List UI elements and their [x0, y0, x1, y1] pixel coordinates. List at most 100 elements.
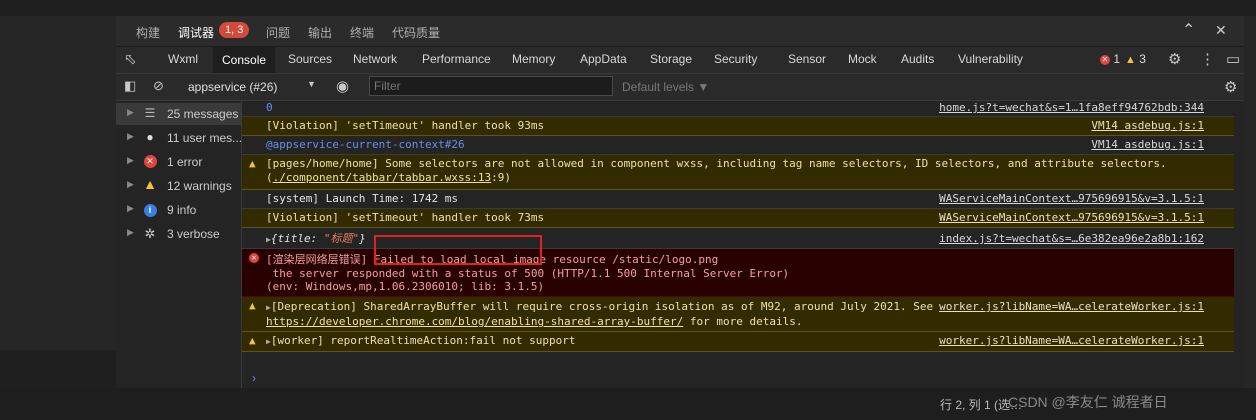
close-icon[interactable]: ✕: [1215, 22, 1227, 39]
sidebar-item-user-messages[interactable]: ▶ ● 11 user mes...: [116, 127, 241, 149]
tab-build[interactable]: 构建: [136, 24, 160, 41]
warning-count-value: 3: [1139, 52, 1146, 66]
tab-console[interactable]: Console: [213, 47, 276, 73]
tab-memory[interactable]: Memory: [512, 52, 555, 66]
tab-wxml[interactable]: Wxml: [168, 52, 198, 66]
log-text: [Deprecation] SharedArrayBuffer will req…: [270, 300, 934, 313]
tab-sensor[interactable]: Sensor: [788, 52, 826, 66]
log-source-link[interactable]: worker.js?libName=WA…celerateWorker.js:1: [939, 334, 1204, 348]
sidebar-item-label: 25 messages: [167, 107, 239, 121]
log-message: @appservice-current-context#26: [266, 138, 465, 151]
log-message: [Violation] 'setTimeout' handler took 73…: [266, 211, 545, 224]
clear-console-icon[interactable]: ⊘: [153, 78, 164, 94]
log-source-link[interactable]: WAServiceMainContext…975696915&v=3.1.5:1: [939, 192, 1204, 206]
tab-appdata[interactable]: AppData: [580, 52, 627, 66]
error-line-2: the server responded with a status of 50…: [266, 266, 790, 280]
tab-terminal[interactable]: 终端: [350, 24, 374, 41]
log-object[interactable]: ▶{title: "标题"}: [266, 232, 366, 247]
log-row: @appservice-current-context#26 VM14 asde…: [242, 136, 1234, 155]
log-source-link[interactable]: worker.js?libName=WA…celerateWorker.js:1: [939, 300, 1204, 314]
more-icon[interactable]: ⋮: [1200, 50, 1215, 68]
chevron-up-icon[interactable]: ⌃: [1182, 20, 1195, 40]
log-inline-link[interactable]: https://developer.chrome.com/blog/enabli…: [266, 315, 683, 328]
log-source-link[interactable]: VM14 asdebug.js:1: [1091, 119, 1204, 133]
watermark: CSDN @李友仁 诚程者日: [1008, 394, 1168, 410]
expand-icon: ▶: [127, 227, 134, 237]
warning-icon: ▲: [249, 299, 256, 312]
log-source-link[interactable]: WAServiceMainContext…975696915&v=3.1.5:1: [939, 211, 1204, 225]
expand-icon: ▶: [127, 155, 134, 165]
log-source-link[interactable]: index.js?t=wechat&s=…6e382ea96e2a8b1:162: [939, 232, 1204, 246]
tab-storage[interactable]: Storage: [650, 52, 692, 66]
expand-icon: ▶: [127, 179, 134, 189]
object-value: "标题": [323, 232, 360, 245]
top-strip: [0, 0, 1256, 16]
tab-problems[interactable]: 问题: [266, 24, 290, 41]
dock-icon[interactable]: ▭: [1226, 50, 1240, 68]
log-message: [pages/home/home] Some selectors are not…: [266, 157, 1206, 185]
tab-debugger[interactable]: 调试器: [178, 24, 214, 41]
warning-icon: ▲: [143, 176, 157, 192]
error-count[interactable]: ✕ 1: [1100, 52, 1120, 66]
warning-icon: ▲: [249, 334, 256, 347]
context-selector[interactable]: appservice (#26): [188, 80, 277, 94]
console-settings-icon[interactable]: ⚙: [1224, 78, 1237, 96]
log-row: [Violation] 'setTimeout' handler took 93…: [242, 117, 1234, 136]
tab-network[interactable]: Network: [353, 52, 397, 66]
gear-icon[interactable]: ⚙: [1168, 50, 1181, 68]
log-source-link[interactable]: home.js?t=wechat&s=1…1fa8eff94762bdb:344: [939, 101, 1204, 115]
log-inline-link[interactable]: ./component/tabbar/tabbar.wxss:13: [273, 171, 492, 184]
warning-count[interactable]: ▲ 3: [1125, 52, 1146, 66]
log-row: ▲ ▶[worker] reportRealtimeAction:fail no…: [242, 332, 1234, 352]
error-icon: ✕: [142, 154, 158, 169]
tab-code-quality[interactable]: 代码质量: [392, 24, 440, 41]
log-row: ▲ [pages/home/home] Some selectors are n…: [242, 155, 1234, 190]
object-key: title: [277, 232, 311, 245]
eye-icon[interactable]: ◉: [336, 77, 349, 95]
log-message: [system] Launch Time: 1742 ms: [266, 192, 459, 205]
editor-gutter: [0, 16, 116, 420]
sidebar-item-label: 3 verbose: [167, 227, 220, 241]
tab-output[interactable]: 输出: [308, 24, 332, 41]
bug-icon: ✲: [144, 226, 156, 241]
log-row: ▲ ▶[Deprecation] SharedArrayBuffer will …: [242, 297, 1234, 332]
log-message: 0: [266, 101, 273, 114]
tab-performance[interactable]: Performance: [422, 52, 491, 66]
sidebar-toggle-icon[interactable]: ◧: [124, 78, 136, 94]
tab-mock[interactable]: Mock: [848, 52, 877, 66]
log-row: [system] Launch Time: 1742 ms WAServiceM…: [242, 190, 1234, 209]
warning-icon: ▲: [249, 157, 256, 170]
log-text-end: :9): [491, 171, 512, 184]
tab-sources[interactable]: Sources: [288, 52, 332, 66]
sidebar-item-errors[interactable]: ▶ ✕ 1 error: [116, 151, 241, 173]
sidebar-item-warnings[interactable]: ▶ ▲ 12 warnings: [116, 175, 241, 197]
error-count-value: 1: [1113, 52, 1121, 66]
debug-panel: 构建 调试器 1, 3 问题 输出 终端 代码质量 ⌃ ✕ ⬁ Wxml Con…: [116, 16, 1244, 388]
expand-icon: ▶: [127, 131, 134, 141]
tab-security[interactable]: Security: [714, 52, 757, 66]
log-text-end: for more details.: [683, 315, 803, 328]
error-icon: ✕: [1100, 54, 1110, 65]
list-icon: ☰: [144, 106, 156, 120]
tab-vulnerability[interactable]: Vulnerability: [958, 52, 1023, 66]
sidebar-item-label: 12 warnings: [167, 179, 232, 193]
expand-triangle-icon[interactable]: ▶: [266, 235, 271, 244]
highlight-box: [374, 235, 542, 265]
inspect-icon[interactable]: ⬁: [124, 50, 137, 68]
log-message: ▶[Deprecation] SharedArrayBuffer will re…: [266, 300, 933, 329]
log-source-link[interactable]: VM14 asdebug.js:1: [1091, 138, 1204, 152]
chevron-down-icon[interactable]: ▼: [307, 79, 316, 89]
top-tab-bar: 构建 调试器 1, 3 问题 输出 终端 代码质量 ⌃ ✕: [116, 16, 1244, 47]
filter-input[interactable]: [369, 76, 613, 96]
sidebar-item-info[interactable]: ▶ i 9 info: [116, 199, 241, 221]
levels-dropdown[interactable]: Default levels ▼: [622, 80, 709, 94]
expand-icon: ▶: [127, 107, 134, 117]
sidebar-item-label: 11 user mes...: [167, 131, 241, 145]
sidebar-item-messages[interactable]: ▶ ☰ 25 messages: [116, 103, 241, 125]
log-message: [Violation] 'setTimeout' handler took 93…: [266, 119, 545, 132]
info-icon: i: [142, 202, 158, 217]
warning-icon: ▲: [1125, 54, 1136, 66]
tab-audits[interactable]: Audits: [901, 52, 934, 66]
sidebar-item-verbose[interactable]: ▶ ✲ 3 verbose: [116, 223, 241, 245]
console-prompt[interactable]: ›: [252, 371, 256, 385]
